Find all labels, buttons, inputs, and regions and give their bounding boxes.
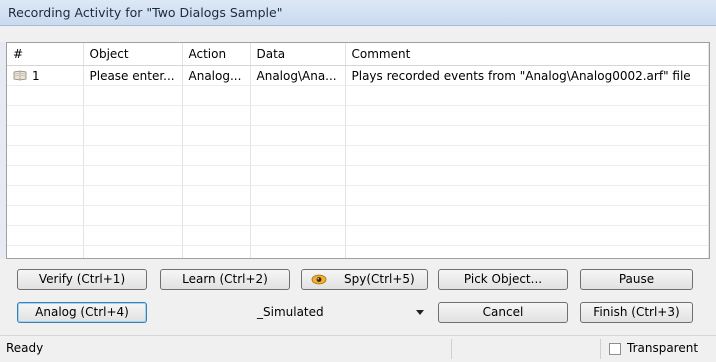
analog-button[interactable]: Analog (Ctrl+4) [17,302,147,323]
status-text: Ready [6,341,44,355]
comment-cell: Plays recorded events from "Analog\Analo… [345,65,709,86]
column-header-data[interactable]: Data [250,43,346,66]
chevron-down-icon[interactable] [416,310,424,315]
table-row [7,145,709,166]
object-cell: Please enter... [83,65,183,86]
pick-object-button[interactable]: Pick Object... [438,269,568,290]
row-number: 1 [32,68,40,83]
mode-dropdown-value: _Simulated [257,305,324,319]
row-number-cell: 1 [7,65,84,86]
activity-grid[interactable]: # Object Action Data Comment 1 Please en… [6,42,710,259]
table-row [7,185,709,206]
learn-button[interactable]: Learn (Ctrl+2) [160,269,290,290]
transparent-label[interactable]: Transparent [627,341,698,355]
verify-button[interactable]: Verify (Ctrl+1) [17,269,147,290]
table-row[interactable]: 1 Please enter... Analog... Analog\Ana..… [7,65,709,86]
column-header-action[interactable]: Action [182,43,251,66]
table-row [7,125,709,146]
column-header-number[interactable]: # [7,43,84,66]
status-separator [600,339,601,359]
recorded-event-icon [13,70,27,80]
column-header-comment[interactable]: Comment [345,43,709,66]
table-row [7,85,709,106]
action-cell: Analog... [182,65,251,86]
table-row [7,225,709,246]
mode-dropdown[interactable]: _Simulated [162,302,430,323]
column-header-object[interactable]: Object [83,43,183,66]
title-bar: Recording Activity for "Two Dialogs Samp… [0,0,716,26]
window-title: Recording Activity for "Two Dialogs Samp… [8,5,283,20]
cancel-button[interactable]: Cancel [438,302,568,323]
table-row [7,245,709,258]
spy-eye-icon [311,274,327,285]
pause-button[interactable]: Pause [580,269,693,290]
data-cell: Analog\Ana... [250,65,346,86]
finish-button[interactable]: Finish (Ctrl+3) [580,302,693,323]
grid-header-row: # Object Action Data Comment [7,43,709,66]
table-row [7,205,709,226]
transparent-checkbox[interactable] [609,343,621,355]
spy-button-label: Spy(Ctrl+5) [344,272,415,286]
spy-button[interactable]: Spy(Ctrl+5) [301,269,428,290]
table-row [7,105,709,126]
recording-activity-window: Recording Activity for "Two Dialogs Samp… [0,0,716,362]
status-bar: Ready Transparent [0,335,716,362]
table-row [7,165,709,186]
status-separator [451,339,452,359]
